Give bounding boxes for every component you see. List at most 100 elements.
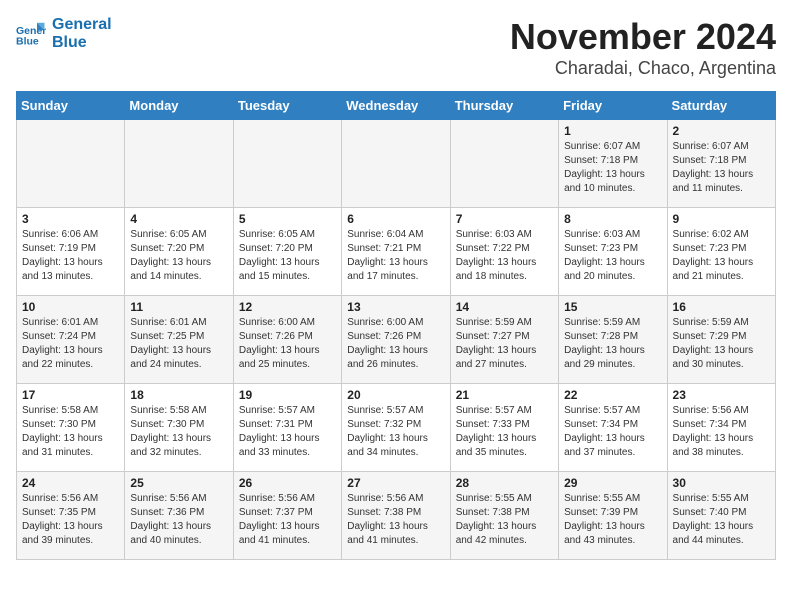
- day-number: 1: [564, 124, 661, 138]
- day-number: 12: [239, 300, 336, 314]
- weekday-header: Wednesday: [342, 92, 450, 120]
- day-info: Sunrise: 6:07 AM Sunset: 7:18 PM Dayligh…: [564, 140, 661, 196]
- day-info: Sunrise: 5:58 AM Sunset: 7:30 PM Dayligh…: [130, 404, 227, 460]
- day-number: 2: [673, 124, 770, 138]
- day-info: Sunrise: 5:57 AM Sunset: 7:31 PM Dayligh…: [239, 404, 336, 460]
- day-info: Sunrise: 5:56 AM Sunset: 7:36 PM Dayligh…: [130, 492, 227, 548]
- calendar-cell: 29 Sunrise: 5:55 AM Sunset: 7:39 PM Dayli…: [559, 472, 667, 560]
- day-number: 21: [456, 388, 553, 402]
- calendar-cell: 27 Sunrise: 5:56 AM Sunset: 7:38 PM Dayli…: [342, 472, 450, 560]
- day-number: 22: [564, 388, 661, 402]
- day-number: 27: [347, 476, 444, 490]
- day-info: Sunrise: 6:01 AM Sunset: 7:25 PM Dayligh…: [130, 316, 227, 372]
- weekday-header: Saturday: [667, 92, 775, 120]
- day-number: 8: [564, 212, 661, 226]
- calendar-week-row: 17 Sunrise: 5:58 AM Sunset: 7:30 PM Dayli…: [17, 384, 776, 472]
- day-number: 19: [239, 388, 336, 402]
- calendar-cell: 20 Sunrise: 5:57 AM Sunset: 7:32 PM Dayli…: [342, 384, 450, 472]
- weekday-header: Tuesday: [233, 92, 341, 120]
- day-number: 5: [239, 212, 336, 226]
- calendar-cell: [17, 120, 125, 208]
- weekday-header: Thursday: [450, 92, 558, 120]
- calendar-cell: 11Sunrise: 6:01 AM Sunset: 7:25 PM Dayli…: [125, 296, 233, 384]
- day-number: 6: [347, 212, 444, 226]
- day-number: 15: [564, 300, 661, 314]
- day-info: Sunrise: 5:55 AM Sunset: 7:39 PM Dayligh…: [564, 492, 661, 548]
- day-info: Sunrise: 5:55 AM Sunset: 7:40 PM Dayligh…: [673, 492, 770, 548]
- day-info: Sunrise: 5:58 AM Sunset: 7:30 PM Dayligh…: [22, 404, 119, 460]
- calendar-cell: 26 Sunrise: 5:56 AM Sunset: 7:37 PM Dayli…: [233, 472, 341, 560]
- day-number: 10: [22, 300, 119, 314]
- day-number: 14: [456, 300, 553, 314]
- day-info: Sunrise: 5:55 AM Sunset: 7:38 PM Dayligh…: [456, 492, 553, 548]
- weekday-header: Monday: [125, 92, 233, 120]
- calendar-cell: 4 Sunrise: 6:05 AM Sunset: 7:20 PM Daylig…: [125, 208, 233, 296]
- calendar-cell: 1 Sunrise: 6:07 AM Sunset: 7:18 PM Daylig…: [559, 120, 667, 208]
- calendar-cell: 5 Sunrise: 6:05 AM Sunset: 7:20 PM Daylig…: [233, 208, 341, 296]
- day-number: 18: [130, 388, 227, 402]
- day-info: Sunrise: 6:03 AM Sunset: 7:22 PM Dayligh…: [456, 228, 553, 284]
- day-number: 20: [347, 388, 444, 402]
- calendar-cell: 22 Sunrise: 5:57 AM Sunset: 7:34 PM Dayli…: [559, 384, 667, 472]
- calendar-cell: 17 Sunrise: 5:58 AM Sunset: 7:30 PM Dayli…: [17, 384, 125, 472]
- calendar-cell: 30 Sunrise: 5:55 AM Sunset: 7:40 PM Dayli…: [667, 472, 775, 560]
- day-info: Sunrise: 5:57 AM Sunset: 7:34 PM Dayligh…: [564, 404, 661, 460]
- header: General Blue General Blue November 2024 …: [16, 16, 776, 79]
- day-info: Sunrise: 6:04 AM Sunset: 7:21 PM Dayligh…: [347, 228, 444, 284]
- calendar-cell: 16Sunrise: 5:59 AM Sunset: 7:29 PM Dayli…: [667, 296, 775, 384]
- logo-icon: General Blue: [16, 19, 46, 49]
- day-info: Sunrise: 6:00 AM Sunset: 7:26 PM Dayligh…: [347, 316, 444, 372]
- calendar-cell: 21 Sunrise: 5:57 AM Sunset: 7:33 PM Dayli…: [450, 384, 558, 472]
- calendar-cell: 14 Sunrise: 5:59 AM Sunset: 7:27 PM Dayli…: [450, 296, 558, 384]
- day-number: 17: [22, 388, 119, 402]
- calendar-cell: 25 Sunrise: 5:56 AM Sunset: 7:36 PM Dayli…: [125, 472, 233, 560]
- weekday-header: Friday: [559, 92, 667, 120]
- svg-text:Blue: Blue: [16, 35, 39, 47]
- day-info: Sunrise: 6:05 AM Sunset: 7:20 PM Dayligh…: [239, 228, 336, 284]
- day-number: 7: [456, 212, 553, 226]
- calendar-cell: 28 Sunrise: 5:55 AM Sunset: 7:38 PM Dayli…: [450, 472, 558, 560]
- day-info: Sunrise: 5:56 AM Sunset: 7:34 PM Dayligh…: [673, 404, 770, 460]
- day-info: Sunrise: 6:00 AM Sunset: 7:26 PM Dayligh…: [239, 316, 336, 372]
- day-number: 25: [130, 476, 227, 490]
- location-title: Charadai, Chaco, Argentina: [510, 58, 776, 79]
- day-info: Sunrise: 5:56 AM Sunset: 7:35 PM Dayligh…: [22, 492, 119, 548]
- day-number: 29: [564, 476, 661, 490]
- day-info: Sunrise: 5:56 AM Sunset: 7:38 PM Dayligh…: [347, 492, 444, 548]
- calendar-cell: 12 Sunrise: 6:00 AM Sunset: 7:26 PM Dayli…: [233, 296, 341, 384]
- day-number: 26: [239, 476, 336, 490]
- calendar-cell: 9 Sunrise: 6:02 AM Sunset: 7:23 PM Daylig…: [667, 208, 775, 296]
- day-info: Sunrise: 6:07 AM Sunset: 7:18 PM Dayligh…: [673, 140, 770, 196]
- calendar-week-row: 1 Sunrise: 6:07 AM Sunset: 7:18 PM Daylig…: [17, 120, 776, 208]
- day-number: 16: [673, 300, 770, 314]
- day-info: Sunrise: 6:02 AM Sunset: 7:23 PM Dayligh…: [673, 228, 770, 284]
- day-info: Sunrise: 6:05 AM Sunset: 7:20 PM Dayligh…: [130, 228, 227, 284]
- day-number: 23: [673, 388, 770, 402]
- day-info: Sunrise: 6:03 AM Sunset: 7:23 PM Dayligh…: [564, 228, 661, 284]
- day-info: Sunrise: 6:01 AM Sunset: 7:24 PM Dayligh…: [22, 316, 119, 372]
- day-number: 30: [673, 476, 770, 490]
- weekday-header: Sunday: [17, 92, 125, 120]
- calendar-cell: 18 Sunrise: 5:58 AM Sunset: 7:30 PM Dayli…: [125, 384, 233, 472]
- day-number: 4: [130, 212, 227, 226]
- calendar-cell: 2 Sunrise: 6:07 AM Sunset: 7:18 PM Daylig…: [667, 120, 775, 208]
- calendar-cell: [233, 120, 341, 208]
- calendar-cell: [342, 120, 450, 208]
- calendar-cell: 13Sunrise: 6:00 AM Sunset: 7:26 PM Dayli…: [342, 296, 450, 384]
- calendar-cell: 24Sunrise: 5:56 AM Sunset: 7:35 PM Dayli…: [17, 472, 125, 560]
- day-info: Sunrise: 5:57 AM Sunset: 7:33 PM Dayligh…: [456, 404, 553, 460]
- logo: General Blue General Blue: [16, 16, 112, 51]
- day-number: 9: [673, 212, 770, 226]
- calendar-table: SundayMondayTuesdayWednesdayThursdayFrid…: [16, 91, 776, 560]
- day-info: Sunrise: 5:59 AM Sunset: 7:28 PM Dayligh…: [564, 316, 661, 372]
- month-title: November 2024: [510, 16, 776, 58]
- calendar-week-row: 3Sunrise: 6:06 AM Sunset: 7:19 PM Daylig…: [17, 208, 776, 296]
- calendar-cell: 15 Sunrise: 5:59 AM Sunset: 7:28 PM Dayli…: [559, 296, 667, 384]
- calendar-cell: 7 Sunrise: 6:03 AM Sunset: 7:22 PM Daylig…: [450, 208, 558, 296]
- day-info: Sunrise: 5:59 AM Sunset: 7:27 PM Dayligh…: [456, 316, 553, 372]
- day-info: Sunrise: 5:56 AM Sunset: 7:37 PM Dayligh…: [239, 492, 336, 548]
- day-info: Sunrise: 5:57 AM Sunset: 7:32 PM Dayligh…: [347, 404, 444, 460]
- logo-line1: General: [52, 16, 112, 34]
- day-number: 28: [456, 476, 553, 490]
- day-number: 3: [22, 212, 119, 226]
